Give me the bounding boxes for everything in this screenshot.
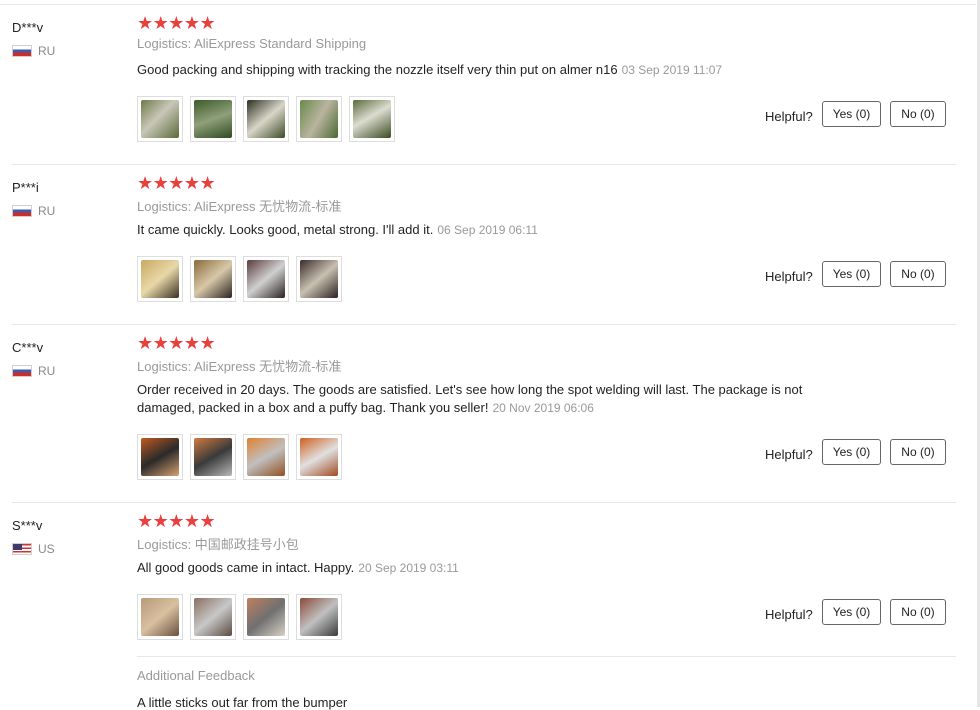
helpful-label: Helpful?	[765, 108, 813, 124]
helpful-label: Helpful?	[765, 268, 813, 284]
review-text: It came quickly. Looks good, metal stron…	[137, 221, 827, 239]
review-photos	[137, 594, 342, 640]
helpful-no-button[interactable]: No (0)	[890, 599, 946, 625]
review-photo-thumbnail[interactable]	[190, 256, 236, 302]
review-text-content: Good packing and shipping with tracking …	[137, 62, 618, 77]
review-photo-thumbnail[interactable]	[296, 96, 342, 142]
russia-flag-icon	[12, 365, 32, 377]
review-text: All good goods came in intact. Happy. 20 …	[137, 559, 827, 577]
review-photo-thumbnail[interactable]	[243, 594, 289, 640]
us-flag-icon	[12, 543, 32, 555]
russia-flag-icon	[12, 45, 32, 57]
review-photo-thumbnail[interactable]	[137, 594, 183, 640]
review-divider	[12, 502, 956, 503]
reviewer-country: RU	[12, 204, 55, 218]
reviewer-name: P***i	[12, 180, 39, 195]
country-code: RU	[38, 204, 56, 218]
helpful-yes-button[interactable]: Yes (0)	[821, 261, 882, 287]
review-photo-thumbnail[interactable]	[137, 256, 183, 302]
helpful-vote: Helpful? Yes (0) No (0)	[765, 439, 955, 465]
review-divider	[12, 164, 956, 165]
reviewer-name: C***v	[12, 340, 44, 355]
additional-feedback-title: Additional Feedback	[137, 668, 255, 683]
helpful-yes-button[interactable]: Yes (0)	[821, 599, 882, 625]
review-photo-thumbnail[interactable]	[137, 96, 183, 142]
review-text-content: It came quickly. Looks good, metal stron…	[137, 222, 434, 237]
review-date: 03 Sep 2019 11:07	[621, 63, 723, 77]
logistics-info: Logistics: AliExpress 无忧物流-标准	[137, 199, 342, 214]
helpful-no-button[interactable]: No (0)	[890, 439, 946, 465]
review-photos	[137, 256, 342, 302]
top-divider	[0, 4, 976, 5]
reviewer-name: D***v	[12, 20, 44, 35]
review-photo-thumbnail[interactable]	[243, 256, 289, 302]
helpful-label: Helpful?	[765, 446, 813, 462]
helpful-no-button[interactable]: No (0)	[890, 261, 946, 287]
review-photo-thumbnail[interactable]	[137, 434, 183, 480]
russia-flag-icon	[12, 205, 32, 217]
review-photo-thumbnail[interactable]	[243, 96, 289, 142]
logistics-info: Logistics: 中国邮政挂号小包	[137, 537, 299, 552]
reviewer-country: RU	[12, 44, 55, 58]
helpful-vote: Helpful? Yes (0) No (0)	[765, 101, 955, 127]
logistics-info: Logistics: AliExpress 无忧物流-标准	[137, 359, 342, 374]
helpful-no-button[interactable]: No (0)	[890, 101, 946, 127]
review-text: Order received in 20 days. The goods are…	[137, 381, 827, 417]
review-photos	[137, 96, 395, 142]
review-photo-thumbnail[interactable]	[349, 96, 395, 142]
helpful-yes-button[interactable]: Yes (0)	[821, 439, 882, 465]
review-divider	[12, 324, 956, 325]
helpful-yes-button[interactable]: Yes (0)	[821, 101, 882, 127]
star-rating: ★★★★★	[137, 173, 216, 193]
helpful-label: Helpful?	[765, 606, 813, 622]
review-photo-thumbnail[interactable]	[296, 256, 342, 302]
country-code: RU	[38, 44, 56, 58]
helpful-vote: Helpful? Yes (0) No (0)	[765, 261, 955, 287]
star-rating: ★★★★★	[137, 333, 216, 353]
review-text-content: Order received in 20 days. The goods are…	[137, 382, 803, 415]
review-photo-thumbnail[interactable]	[190, 434, 236, 480]
logistics-info: Logistics: AliExpress Standard Shipping	[137, 36, 367, 51]
review-photo-thumbnail[interactable]	[190, 96, 236, 142]
review-photo-thumbnail[interactable]	[296, 594, 342, 640]
star-rating: ★★★★★	[137, 511, 216, 531]
review-photo-thumbnail[interactable]	[190, 594, 236, 640]
review-photo-thumbnail[interactable]	[243, 434, 289, 480]
additional-feedback-text: A little sticks out far from the bumper	[137, 695, 348, 710]
review-photo-thumbnail[interactable]	[296, 434, 342, 480]
reviewer-country: RU	[12, 364, 55, 378]
review-text: Good packing and shipping with tracking …	[137, 61, 827, 79]
review-text-content: All good goods came in intact. Happy.	[137, 560, 355, 575]
country-code: US	[38, 542, 55, 556]
review-date: 06 Sep 2019 06:11	[437, 223, 538, 237]
country-code: RU	[38, 364, 56, 378]
review-date: 20 Sep 2019 03:11	[358, 561, 459, 575]
reviewer-name: S***v	[12, 518, 43, 533]
reviewer-country: US	[12, 542, 55, 556]
star-rating: ★★★★★	[137, 13, 216, 33]
additional-feedback-divider	[137, 656, 956, 657]
review-date: 20 Nov 2019 06:06	[492, 401, 594, 415]
helpful-vote: Helpful? Yes (0) No (0)	[765, 599, 955, 625]
review-photos	[137, 434, 342, 480]
